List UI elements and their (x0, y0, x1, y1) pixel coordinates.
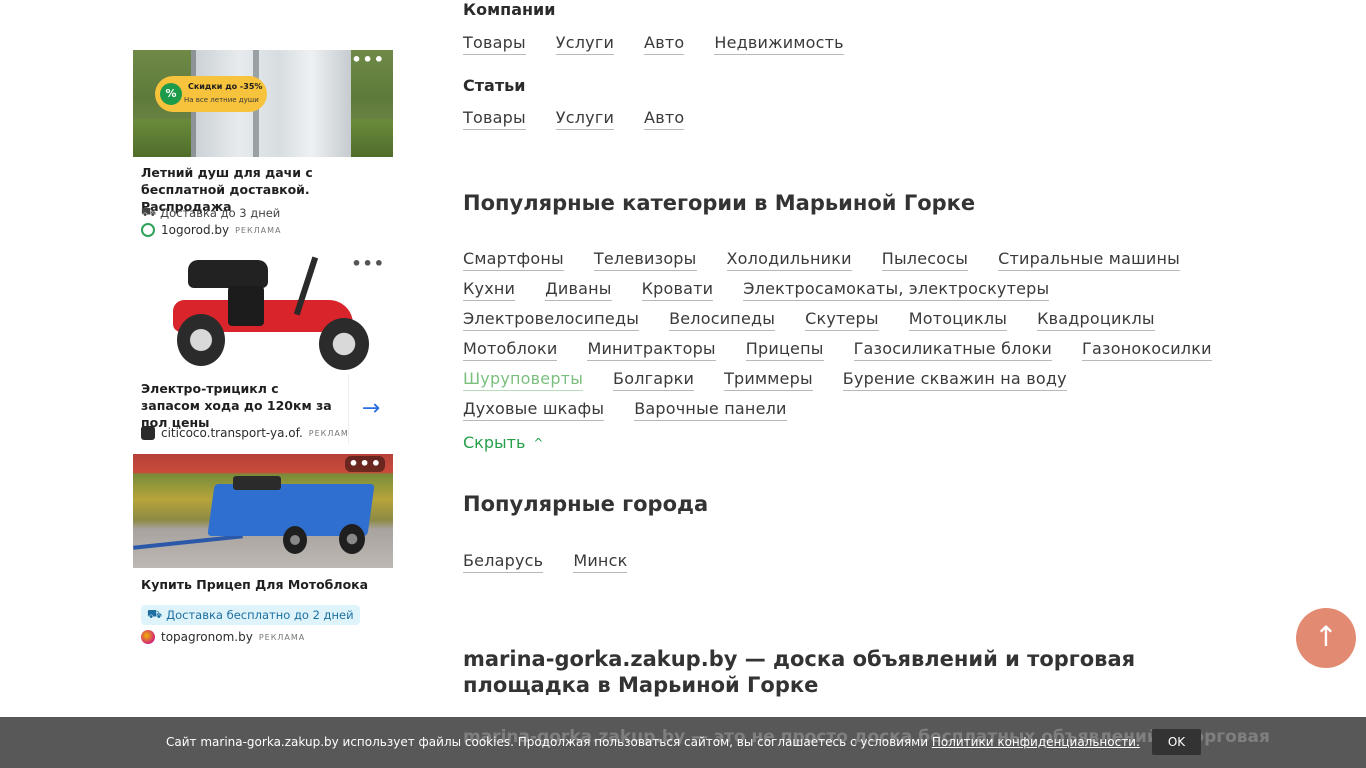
cities-links: Беларусь Минск (463, 551, 628, 573)
companies-link[interactable]: Недвижимость (714, 33, 844, 55)
articles-links: Товары Услуги Авто (463, 108, 685, 130)
category-row: Мотоблоки Минитракторы Прицепы Газосилик… (463, 339, 1212, 361)
ad-source-domain[interactable]: topagronom.by (161, 630, 253, 644)
category-link[interactable]: Кухни (463, 279, 516, 301)
ad-image-trike[interactable]: ••• (133, 252, 393, 372)
truck-icon: ⛟ (141, 205, 157, 219)
category-link[interactable]: Прицепы (745, 339, 824, 361)
ad-source[interactable]: topagronom.by РЕКЛАМА (141, 630, 305, 644)
popular-cities-heading: Популярные города (463, 492, 709, 516)
city-link[interactable]: Беларусь (463, 551, 544, 573)
category-link[interactable]: Стиральные машины (998, 249, 1181, 271)
ad-image-shower[interactable]: % Скидки до -35% На все летние души ••• (133, 50, 393, 157)
trailer-wheel-right (339, 524, 365, 554)
ad-source[interactable]: 1ogorod.by РЕКЛАМА (141, 223, 282, 237)
hide-label: Скрыть (463, 433, 526, 452)
category-link[interactable]: Электровелосипеды (463, 309, 640, 331)
category-row: Шуруповерты Болгарки Триммеры Бурение ск… (463, 369, 1067, 391)
category-link[interactable]: Пылесосы (881, 249, 969, 271)
ad-source-domain[interactable]: citicoco.transport-ya.of. (161, 426, 303, 440)
articles-link[interactable]: Авто (644, 108, 685, 130)
category-row: Смартфоны Телевизоры Холодильники Пылесо… (463, 249, 1181, 271)
ad-source-domain[interactable]: 1ogorod.by (161, 223, 229, 237)
hide-categories-button[interactable]: Скрыть ^ (463, 433, 543, 452)
cookie-ok-button[interactable]: OK (1152, 729, 1201, 755)
category-link[interactable]: Триммеры (724, 369, 813, 391)
ad-menu-icon[interactable]: ••• (345, 456, 385, 472)
favicon-icon (141, 630, 155, 644)
ad-menu-icon[interactable]: ••• (351, 256, 385, 272)
category-link[interactable]: Смартфоны (463, 249, 564, 271)
ad-card-shower[interactable]: % Скидки до -35% На все летние души ••• … (133, 50, 393, 240)
category-link[interactable]: Бурение скважин на воду (842, 369, 1067, 391)
about-title: marina-gorka.zakup.by — доска объявлений… (463, 647, 1136, 697)
ad-label: РЕКЛАМА (258, 632, 306, 642)
category-link[interactable]: Варочные панели (634, 399, 787, 421)
category-link[interactable]: Электросамокаты, электроскутеры (743, 279, 1050, 301)
category-row: Кухни Диваны Кровати Электросамокаты, эл… (463, 279, 1050, 301)
category-row: Духовые шкафы Варочные панели (463, 399, 787, 421)
companies-link[interactable]: Услуги (555, 33, 615, 55)
ad-label: РЕКЛАМА (235, 225, 282, 235)
privacy-policy-link[interactable]: Политики конфиденциальности. (932, 735, 1140, 749)
arrow-right-icon[interactable]: → (348, 374, 393, 444)
trailer-wheel-left (283, 526, 307, 554)
companies-link[interactable]: Товары (463, 33, 526, 55)
trike-battery-image (228, 286, 264, 326)
category-link[interactable]: Кровати (641, 279, 714, 301)
category-link[interactable]: Холодильники (726, 249, 852, 271)
ad-source[interactable]: citicoco.transport-ya.of. РЕКЛАМА (141, 426, 355, 440)
category-link[interactable]: Скутеры (805, 309, 879, 331)
category-link[interactable]: Квадроциклы (1037, 309, 1155, 331)
arrow-up-icon: ↑ (1314, 620, 1338, 653)
promo-badge: % Скидки до -35% На все летние души (155, 76, 267, 112)
ad-delivery-text: Доставка до 3 дней (160, 206, 281, 220)
trike-wheel-right (319, 318, 369, 370)
category-link[interactable]: Газонокосилки (1082, 339, 1212, 361)
companies-links: Товары Услуги Авто Недвижимость (463, 33, 844, 55)
category-link[interactable]: Диваны (545, 279, 612, 301)
articles-link[interactable]: Товары (463, 108, 526, 130)
chevron-up-icon: ^ (533, 435, 544, 450)
articles-heading: Статьи (463, 76, 526, 95)
favicon-icon (141, 223, 155, 237)
promo-title: Скидки до -35% (188, 82, 263, 91)
category-link[interactable]: Велосипеды (669, 309, 776, 331)
ad-card-trailer[interactable]: ••• Купить Прицеп Для Мотоблока ⛟ Достав… (133, 454, 393, 644)
category-link[interactable]: Газосиликатные блоки (853, 339, 1053, 361)
companies-link[interactable]: Авто (644, 33, 685, 55)
ad-delivery: ⛟ Доставка до 3 дней (141, 205, 280, 221)
companies-heading: Компании (463, 0, 556, 19)
popular-categories-heading: Популярные категории в Марьиной Горке (463, 191, 976, 215)
scroll-top-button[interactable]: ↑ (1296, 608, 1356, 668)
category-link[interactable]: Минитракторы (587, 339, 716, 361)
trailer-lid-image (233, 476, 281, 490)
promo-subtitle: На все летние души (184, 96, 259, 104)
ad-card-trike[interactable]: ••• Электро-трицикл с запасом хода до 12… (133, 252, 393, 444)
cookie-banner: marina-gorka.zakup.by — это не просто до… (0, 717, 1366, 768)
ad-menu-icon[interactable]: ••• (351, 52, 385, 68)
city-link[interactable]: Минск (573, 551, 628, 573)
truck-icon: ⛟ (147, 607, 163, 621)
trike-wheel-left (177, 314, 225, 366)
category-link[interactable]: Духовые шкафы (463, 399, 605, 421)
ad-title[interactable]: Купить Прицеп Для Мотоблока (141, 576, 386, 593)
ad-image-trailer[interactable]: ••• (133, 454, 393, 568)
ad-title[interactable]: Электро-трицикл с запасом хода до 120км … (141, 380, 341, 431)
category-link[interactable]: Телевизоры (593, 249, 697, 271)
cookie-message: Сайт marina-gorka.zakup.by использует фа… (166, 735, 932, 749)
trailer-drawbar-image (133, 534, 243, 550)
articles-link[interactable]: Услуги (555, 108, 615, 130)
category-link[interactable]: Мотоблоки (463, 339, 558, 361)
ad-delivery-text: Доставка бесплатно до 2 дней (166, 608, 354, 622)
trike-seat-image (188, 260, 268, 288)
category-link[interactable]: Мотоциклы (908, 309, 1008, 331)
ad-delivery: ⛟ Доставка бесплатно до 2 дней (141, 605, 360, 625)
category-link-highlighted[interactable]: Шуруповерты (463, 369, 584, 391)
category-link[interactable]: Болгарки (613, 369, 695, 391)
favicon-icon (141, 426, 155, 440)
percent-icon: % (160, 83, 182, 105)
category-row: Электровелосипеды Велосипеды Скутеры Мот… (463, 309, 1155, 331)
cookie-text: Сайт marina-gorka.zakup.by использует фа… (166, 735, 1140, 749)
